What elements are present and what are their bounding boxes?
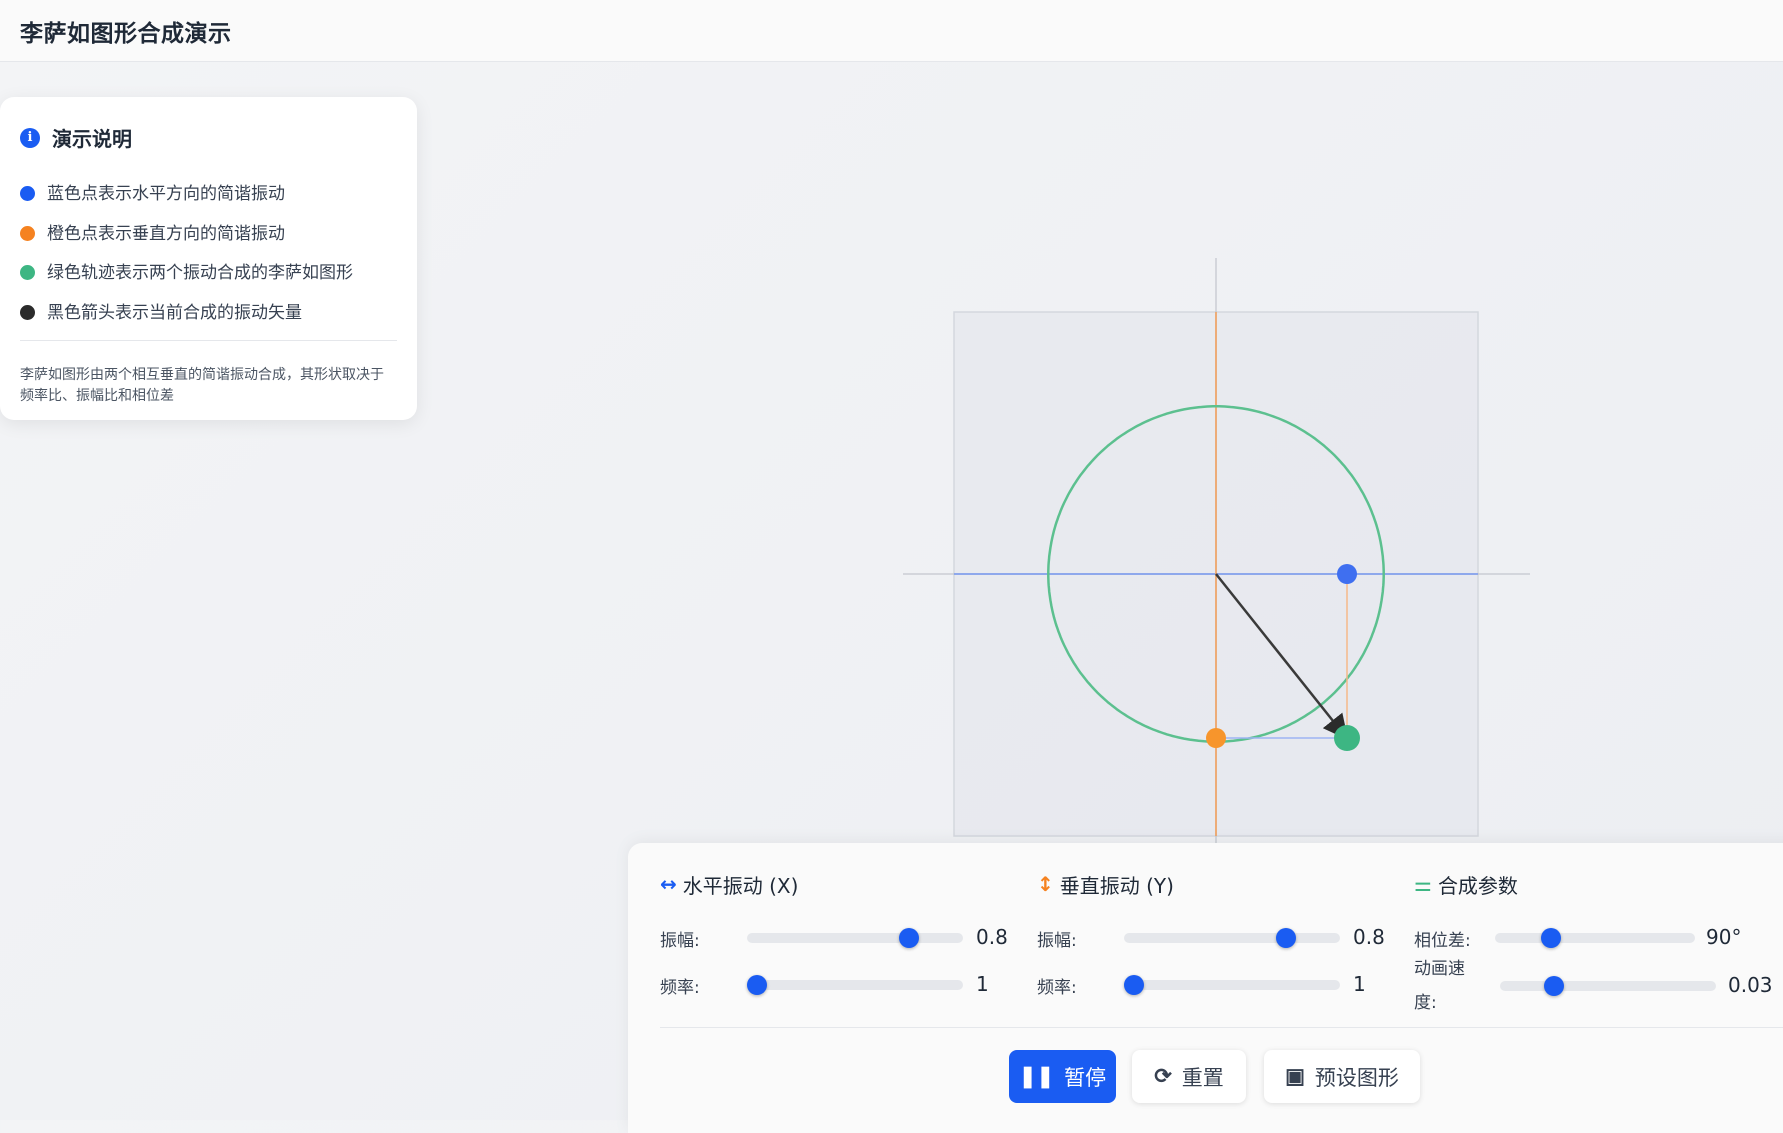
info-icon: i <box>20 127 40 148</box>
slider-thumb[interactable] <box>1541 928 1561 948</box>
orange-dot-icon <box>20 225 35 241</box>
group-horizontal-title: ↔ 水平振动 (X) <box>660 869 1000 899</box>
x-frequency-row: 频率: 1 <box>660 970 1020 1000</box>
x-amplitude-slider[interactable] <box>747 928 963 948</box>
y-amplitude-row: 振幅: 0.8 <box>1037 923 1397 953</box>
info-header: i 演示说明 <box>20 123 397 152</box>
panel-divider <box>660 1027 1783 1028</box>
group-title: 垂直振动 (Y) <box>1059 873 1174 898</box>
legend-item-green: 绿色轨迹表示两个振动合成的李萨如图形 <box>20 251 397 291</box>
lissajous-canvas[interactable] <box>900 255 1540 845</box>
x-frequency-label: 频率: <box>660 977 700 998</box>
presets-label: 预设图形 <box>1314 1066 1399 1090</box>
speed-row: 动画速度: 0.03 <box>1414 956 1783 1016</box>
sliders-icon: ⚌ <box>1414 872 1432 896</box>
lissajous-svg <box>903 258 1530 845</box>
legend-text: 黑色箭头表示当前合成的振动矢量 <box>47 302 302 323</box>
x-amplitude-label: 振幅: <box>660 930 700 951</box>
slider-thumb[interactable] <box>747 975 767 995</box>
vertical-arrows-icon: ↕ <box>1037 872 1054 896</box>
horizontal-arrows-icon: ↔ <box>660 872 677 896</box>
slider-thumb[interactable] <box>1124 975 1144 995</box>
top-bar: 李萨如图形合成演示 <box>0 0 1783 62</box>
x-frequency-slider[interactable] <box>747 975 963 995</box>
legend-item-blue: 蓝色点表示水平方向的简谐振动 <box>20 172 397 212</box>
x-frequency-value: 1 <box>976 972 989 996</box>
x-amplitude-row: 振幅: 0.8 <box>660 923 1020 953</box>
speed-value: 0.03 <box>1728 973 1773 997</box>
legend-text: 蓝色点表示水平方向的简谐振动 <box>47 184 285 205</box>
blue-dot-icon <box>20 186 35 202</box>
legend-text: 橙色点表示垂直方向的简谐振动 <box>47 223 285 244</box>
group-vertical: ↕ 垂直振动 (Y) <box>1037 869 1377 899</box>
control-panel: ↔ 水平振动 (X) 振幅: 0.8 频率: 1 ↕ 垂直振动 (Y) 振幅: … <box>628 843 1783 1133</box>
slider-thumb[interactable] <box>1544 976 1564 996</box>
y-frequency-label: 频率: <box>1037 977 1077 998</box>
group-horizontal: ↔ 水平振动 (X) <box>660 869 1000 899</box>
composite-point <box>1334 725 1360 751</box>
pause-label: 暂停 <box>1064 1066 1107 1090</box>
info-note: 李萨如图形由两个相互垂直的简谐振动合成，其形状取决于频率比、振幅比和相位差 <box>20 367 384 404</box>
slider-thumb[interactable] <box>1276 928 1296 948</box>
vertical-point <box>1206 728 1226 748</box>
phase-value: 90° <box>1706 925 1742 949</box>
phase-slider[interactable] <box>1495 928 1695 948</box>
horizontal-point <box>1337 564 1357 584</box>
phase-label: 相位差: <box>1414 930 1471 951</box>
group-params: ⚌ 合成参数 <box>1414 869 1774 899</box>
refresh-icon: ⟳ <box>1154 1065 1172 1088</box>
group-title: 水平振动 (X) <box>682 873 799 898</box>
info-card: i 演示说明 蓝色点表示水平方向的简谐振动 橙色点表示垂直方向的简谐振动 绿色轨… <box>0 97 417 420</box>
y-amplitude-value: 0.8 <box>1353 925 1385 949</box>
speed-label: 动画速度: <box>1414 959 1465 1013</box>
group-params-title: ⚌ 合成参数 <box>1414 869 1774 899</box>
legend-text: 绿色轨迹表示两个振动合成的李萨如图形 <box>47 263 353 284</box>
page-title: 李萨如图形合成演示 <box>20 20 232 47</box>
legend-item-orange: 橙色点表示垂直方向的简谐振动 <box>20 212 397 252</box>
image-icon: ▣ <box>1285 1065 1305 1088</box>
y-frequency-value: 1 <box>1353 972 1366 996</box>
black-dot-icon <box>20 304 35 320</box>
phase-row: 相位差: 90° <box>1414 923 1783 953</box>
reset-button[interactable]: ⟳ 重置 <box>1132 1050 1246 1103</box>
presets-button[interactable]: ▣ 预设图形 <box>1264 1050 1420 1103</box>
slider-thumb[interactable] <box>899 928 919 948</box>
y-frequency-row: 频率: 1 <box>1037 970 1397 1000</box>
y-amplitude-label: 振幅: <box>1037 930 1077 951</box>
y-frequency-slider[interactable] <box>1124 975 1340 995</box>
group-title: 合成参数 <box>1437 873 1518 898</box>
group-vertical-title: ↕ 垂直振动 (Y) <box>1037 869 1377 899</box>
pause-icon: ❚❚ <box>1018 1065 1055 1088</box>
info-divider <box>20 340 397 341</box>
info-title: 演示说明 <box>52 127 132 151</box>
green-dot-icon <box>20 265 35 281</box>
pause-button[interactable]: ❚❚ 暂停 <box>1009 1050 1116 1103</box>
y-amplitude-slider[interactable] <box>1124 928 1340 948</box>
x-amplitude-value: 0.8 <box>976 925 1008 949</box>
speed-slider[interactable] <box>1500 976 1716 996</box>
reset-label: 重置 <box>1181 1066 1224 1090</box>
legend-item-black: 黑色箭头表示当前合成的振动矢量 <box>20 291 397 331</box>
